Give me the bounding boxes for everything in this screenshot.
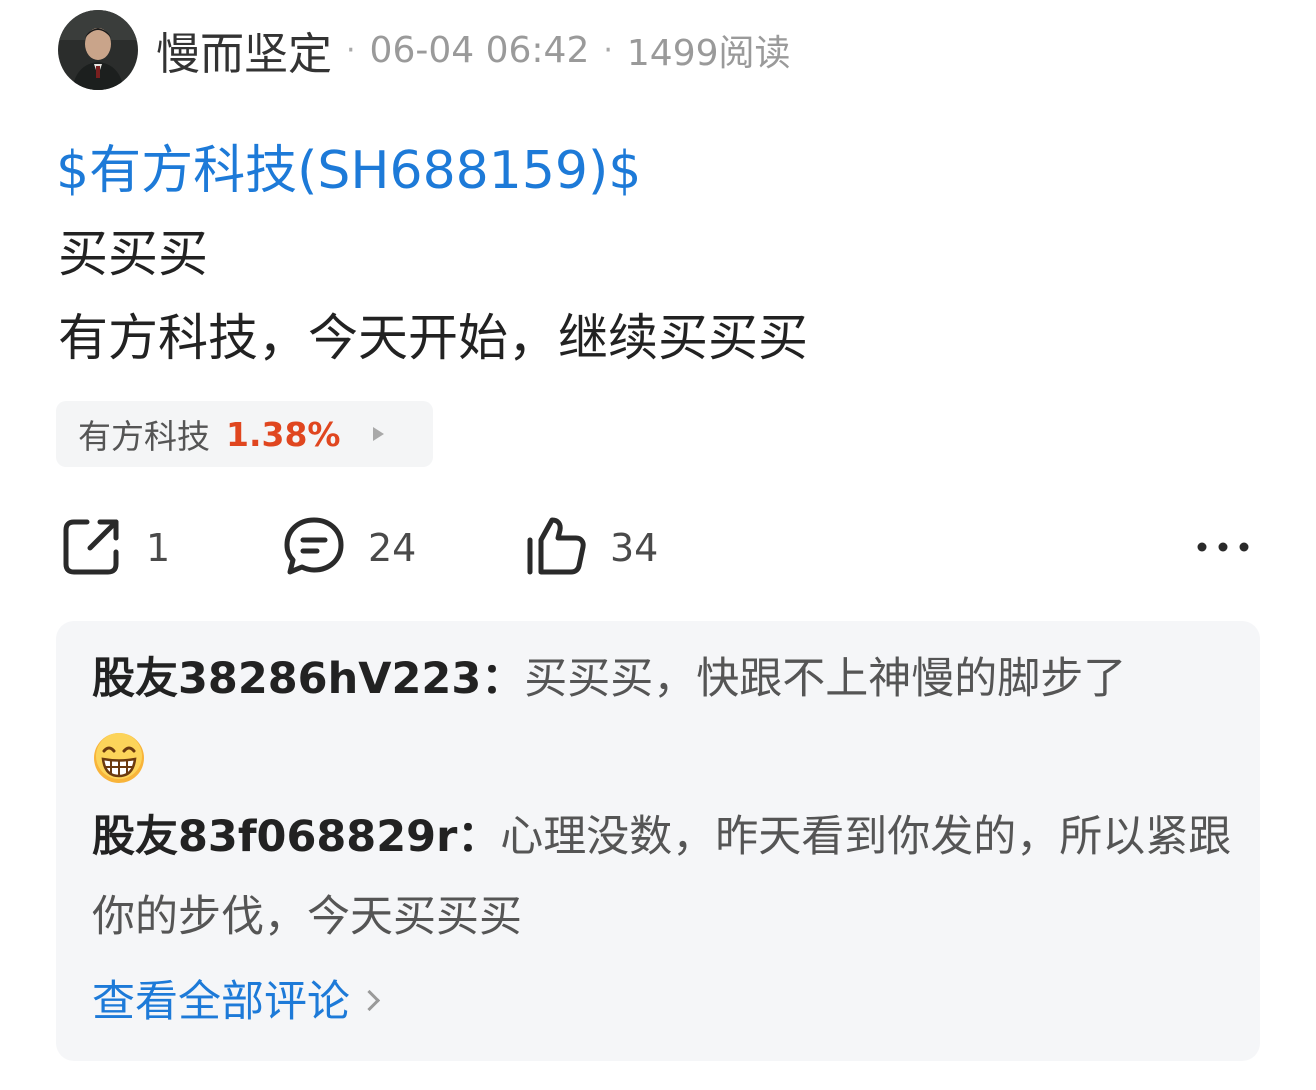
comment-count: 24	[368, 526, 417, 570]
read-count: 1499阅读	[626, 33, 791, 74]
stock-quote-chip[interactable]: 有方科技 1.38%	[56, 401, 433, 467]
comment-text: 买买买，快跟不上神慢的脚步了	[524, 654, 1127, 704]
post-datetime: 06-04 06:42	[369, 29, 590, 71]
comment-preview-box: 股友38286hV223：买买买，快跟不上神慢的脚步了 股友83f068829r…	[56, 621, 1260, 1061]
stock-tag-link[interactable]: $有方科技(SH688159)$	[56, 128, 641, 203]
thumbs-up-icon	[524, 514, 588, 582]
play-arrow-icon	[372, 427, 384, 441]
meta-separator: ·	[346, 32, 356, 68]
view-all-label: 查看全部评论	[92, 977, 350, 1027]
share-icon	[60, 514, 124, 582]
post-header: 慢而坚定 · 06-04 06:42 · 1499阅读	[58, 10, 791, 90]
like-count: 34	[610, 526, 659, 570]
comment-username[interactable]: 股友83f068829r	[92, 812, 457, 862]
like-button[interactable]: 34	[524, 514, 658, 582]
post-body-line: 买买买	[58, 225, 208, 283]
post-body-line: 有方科技，今天开始，继续买买买	[58, 309, 808, 367]
chevron-right-icon	[358, 989, 381, 1012]
comment-colon: ：	[481, 654, 525, 704]
more-dots-icon	[1197, 542, 1249, 552]
quote-stock-name: 有方科技	[78, 417, 210, 456]
grinning-face-emoji-icon	[92, 731, 146, 785]
quote-change-percent: 1.38%	[226, 414, 341, 454]
more-options-button[interactable]	[1194, 530, 1252, 564]
comment-button[interactable]: 24	[282, 514, 416, 582]
meta-separator: ·	[603, 32, 613, 68]
view-all-comments-link[interactable]: 查看全部评论	[92, 967, 381, 1029]
share-count: 1	[146, 526, 171, 570]
comment-username[interactable]: 股友38286hV223	[92, 654, 481, 704]
comment-item: 股友38286hV223：买买买，快跟不上神慢的脚步了	[92, 639, 1232, 799]
share-button[interactable]: 1	[60, 514, 170, 582]
comment-icon	[282, 514, 346, 582]
author-avatar[interactable]	[58, 10, 138, 90]
comment-colon: ：	[457, 812, 501, 862]
comment-item: 股友83f068829r：心理没数，昨天看到你发的，所以紧跟你的步伐，今天买买买	[92, 797, 1232, 957]
author-name[interactable]: 慢而坚定	[156, 18, 332, 82]
